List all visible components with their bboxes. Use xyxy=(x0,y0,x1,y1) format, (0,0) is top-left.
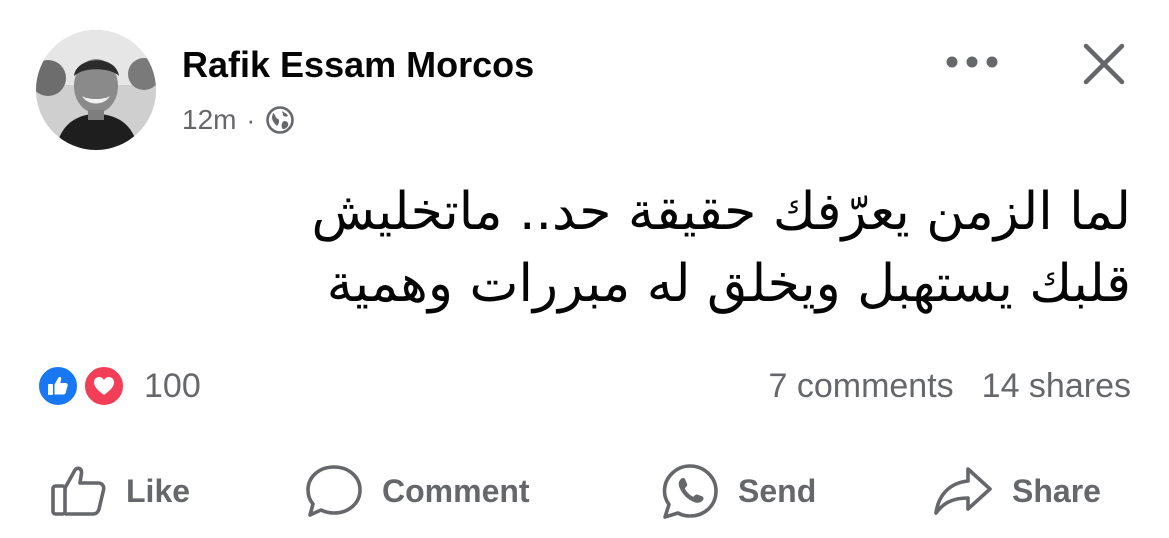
ellipsis-icon xyxy=(946,56,998,68)
share-button[interactable]: Share xyxy=(932,460,1101,522)
post-stats: 7 comments 14 shares xyxy=(768,364,1131,408)
comment-button[interactable]: Comment xyxy=(304,460,530,522)
close-button[interactable] xyxy=(1074,34,1134,94)
thumbs-up-icon xyxy=(51,466,106,516)
meta-separator: · xyxy=(246,104,256,135)
globe-icon[interactable] xyxy=(265,105,295,135)
send-button[interactable]: Send xyxy=(660,460,816,522)
love-reaction-icon xyxy=(82,364,126,408)
more-options-button[interactable] xyxy=(940,40,1004,84)
post-time[interactable]: 12m xyxy=(182,104,236,136)
share-label: Share xyxy=(1012,472,1101,509)
close-icon xyxy=(1083,43,1125,85)
reactions-summary[interactable]: 100 xyxy=(36,364,201,408)
comment-bubble-icon xyxy=(306,465,362,517)
avatar[interactable] xyxy=(36,30,156,150)
send-label: Send xyxy=(738,472,817,509)
post-text-line: لما الزمن يعرّفك حقيقة حد.. ماتخليش xyxy=(311,182,1131,242)
profile-photo-icon xyxy=(36,30,156,150)
comments-count[interactable]: 7 comments xyxy=(768,367,953,406)
shares-count[interactable]: 14 shares xyxy=(982,367,1131,406)
reaction-count[interactable]: 100 xyxy=(144,367,201,406)
whatsapp-icon xyxy=(662,464,718,519)
like-button[interactable]: Like xyxy=(50,460,190,522)
comment-label: Comment xyxy=(382,472,530,509)
author-name[interactable]: Rafik Essam Morcos xyxy=(182,44,534,86)
action-bar: Like Comment Send Share xyxy=(0,450,1169,530)
post-meta: 12m · xyxy=(182,101,295,139)
like-label: Like xyxy=(126,472,191,509)
reaction-icons xyxy=(36,364,132,408)
post-text-line: قلبك يستهبل ويخلق له مبررات وهمية xyxy=(326,254,1131,314)
post-card: Rafik Essam Morcos 12m · لما الزمن يعرّف… xyxy=(0,0,1169,538)
share-arrow-icon xyxy=(934,467,992,515)
like-reaction-icon xyxy=(36,364,80,408)
post-text: لما الزمن يعرّفك حقيقة حد.. ماتخليش قلبك… xyxy=(31,176,1131,320)
